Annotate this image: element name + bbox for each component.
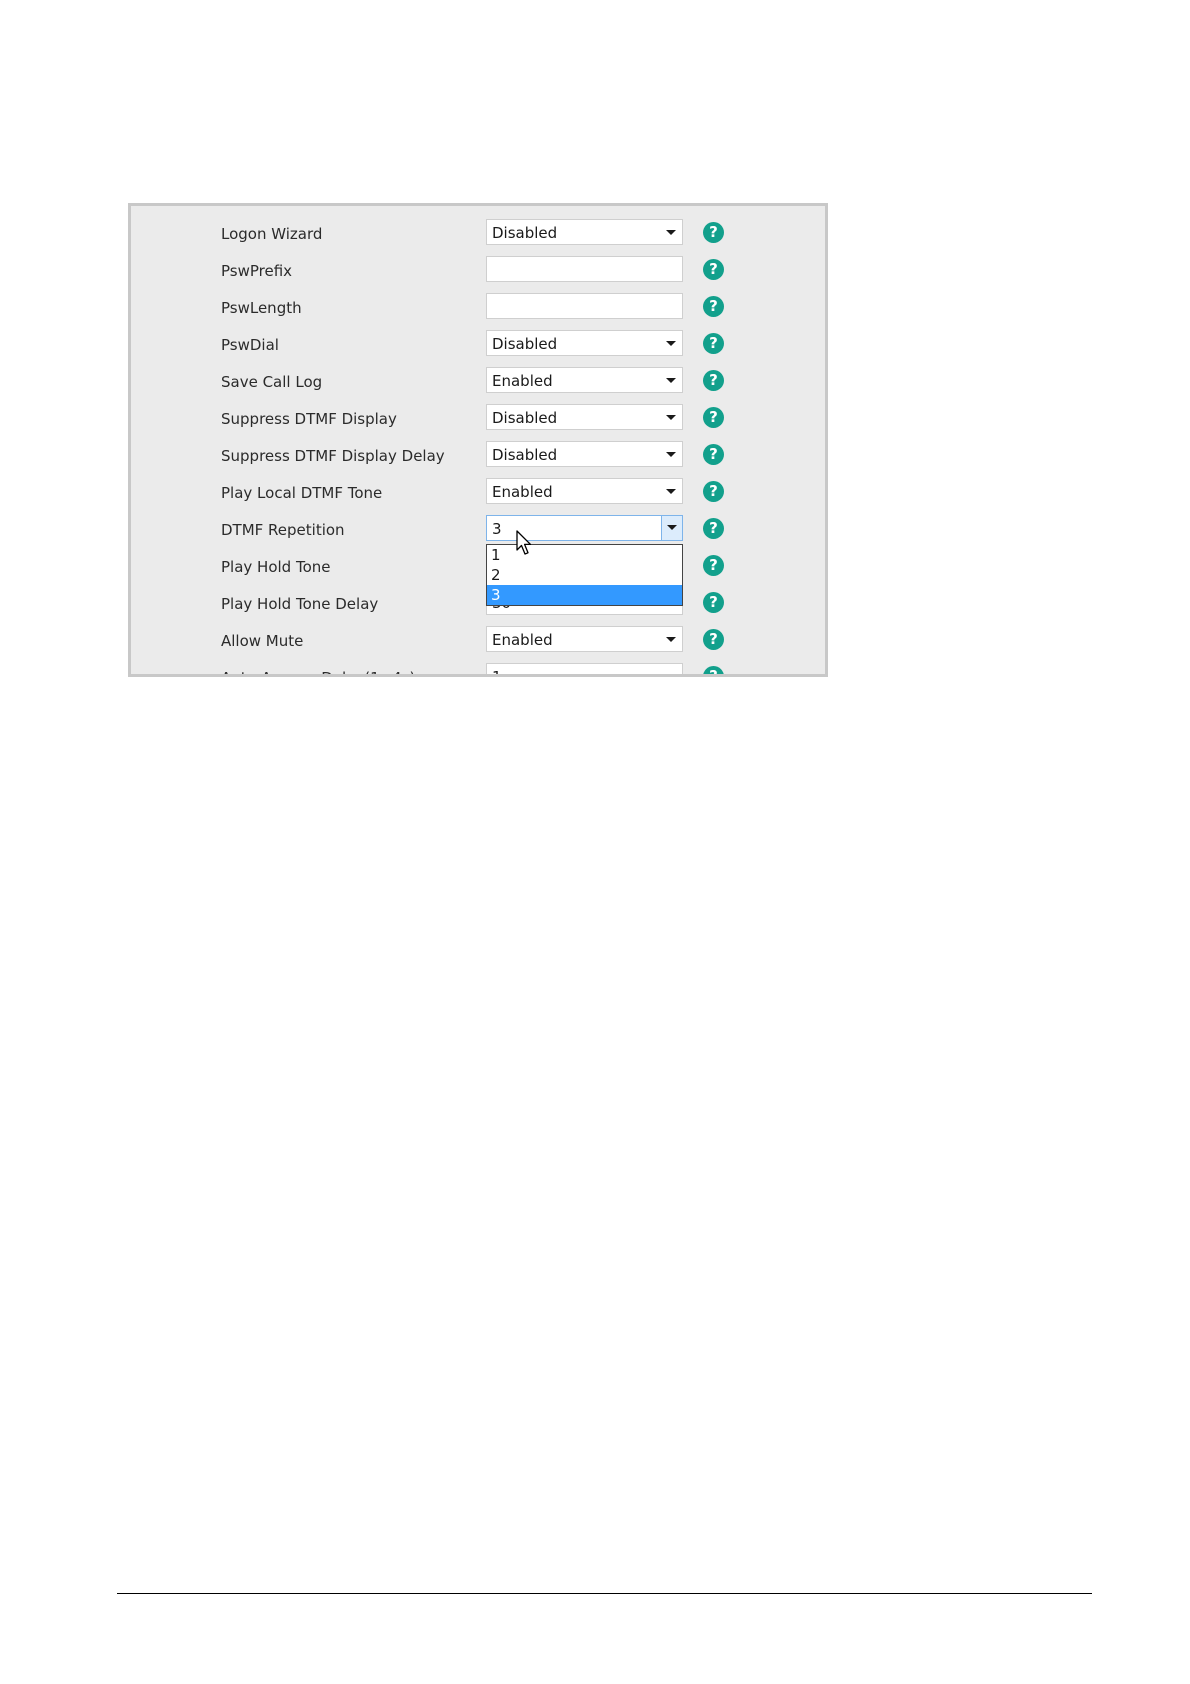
help-question-icon[interactable]: ? bbox=[703, 666, 724, 674]
label-auto-answer-delay: Auto-Answer Delay(1~4s) bbox=[221, 669, 415, 674]
label-dtmf-repetition: DTMF Repetition bbox=[221, 521, 345, 539]
select-suppress-dtmf-display-delay[interactable]: Disabled bbox=[486, 441, 683, 467]
label-suppress-dtmf-display-delay: Suppress DTMF Display Delay bbox=[221, 447, 445, 465]
chevron-down-icon bbox=[666, 341, 676, 346]
help-question-icon[interactable]: ? bbox=[703, 629, 724, 650]
select-play-local-dtmf-tone[interactable]: Enabled bbox=[486, 478, 683, 504]
row-auto-answer-delay: Auto-Answer Delay(1~4s) 1 ? bbox=[131, 660, 825, 677]
select-value: 3 bbox=[492, 520, 502, 538]
chevron-down-icon bbox=[666, 230, 676, 235]
dropdown-option[interactable]: 2 bbox=[487, 565, 682, 585]
row-psw-length: PswLength ? bbox=[131, 290, 825, 327]
help-question-icon[interactable]: ? bbox=[703, 370, 724, 391]
row-play-hold-tone-delay: Play Hold Tone Delay 30 ? bbox=[131, 586, 825, 623]
label-play-hold-tone-delay: Play Hold Tone Delay bbox=[221, 595, 379, 613]
select-psw-dial[interactable]: Disabled bbox=[486, 330, 683, 356]
row-suppress-dtmf-display-delay: Suppress DTMF Display Delay Disabled ? bbox=[131, 438, 825, 475]
label-allow-mute: Allow Mute bbox=[221, 632, 304, 650]
select-value: Enabled bbox=[492, 372, 553, 390]
chevron-down-icon bbox=[666, 489, 676, 494]
input-psw-length[interactable] bbox=[486, 293, 683, 319]
row-logon-wizard: Logon Wizard Disabled ? bbox=[131, 216, 825, 253]
help-question-icon[interactable]: ? bbox=[703, 555, 724, 576]
label-psw-length: PswLength bbox=[221, 299, 302, 317]
help-question-icon[interactable]: ? bbox=[703, 444, 724, 465]
row-play-local-dtmf-tone: Play Local DTMF Tone Enabled ? bbox=[131, 475, 825, 512]
label-psw-dial: PswDial bbox=[221, 336, 279, 354]
dropdown-button[interactable] bbox=[661, 516, 682, 540]
chevron-down-icon bbox=[666, 415, 676, 420]
select-logon-wizard[interactable]: Disabled bbox=[486, 219, 683, 245]
help-question-icon[interactable]: ? bbox=[703, 333, 724, 354]
help-question-icon[interactable]: ? bbox=[703, 296, 724, 317]
help-question-icon[interactable]: ? bbox=[703, 481, 724, 502]
help-question-icon[interactable]: ? bbox=[703, 259, 724, 280]
input-auto-answer-delay[interactable]: 1 bbox=[486, 663, 683, 677]
label-save-call-log: Save Call Log bbox=[221, 373, 323, 391]
label-suppress-dtmf-display: Suppress DTMF Display bbox=[221, 410, 397, 428]
input-value: 1 bbox=[492, 668, 502, 677]
label-psw-prefix: PswPrefix bbox=[221, 262, 293, 280]
chevron-down-icon bbox=[667, 525, 677, 530]
page-footer-rule bbox=[117, 1593, 1092, 1594]
row-suppress-dtmf-display: Suppress DTMF Display Disabled ? bbox=[131, 401, 825, 438]
help-question-icon[interactable]: ? bbox=[703, 407, 724, 428]
settings-panel: Logon Wizard Disabled ? PswPrefix ? PswL… bbox=[128, 203, 828, 677]
chevron-down-icon bbox=[666, 637, 676, 642]
row-psw-dial: PswDial Disabled ? bbox=[131, 327, 825, 364]
select-value: Disabled bbox=[492, 409, 558, 427]
help-question-icon[interactable]: ? bbox=[703, 518, 724, 539]
row-allow-mute: Allow Mute Enabled ? bbox=[131, 623, 825, 660]
select-save-call-log[interactable]: Enabled bbox=[486, 367, 683, 393]
select-value: Enabled bbox=[492, 483, 553, 501]
select-allow-mute[interactable]: Enabled bbox=[486, 626, 683, 652]
row-psw-prefix: PswPrefix ? bbox=[131, 253, 825, 290]
chevron-down-icon bbox=[666, 378, 676, 383]
select-value: Disabled bbox=[492, 446, 558, 464]
select-value: Disabled bbox=[492, 224, 558, 242]
dropdown-option-selected[interactable]: 3 bbox=[487, 585, 682, 605]
row-save-call-log: Save Call Log Enabled ? bbox=[131, 364, 825, 401]
row-dtmf-repetition: DTMF Repetition 3 ? bbox=[131, 512, 825, 549]
label-play-local-dtmf-tone: Play Local DTMF Tone bbox=[221, 484, 383, 502]
label-play-hold-tone: Play Hold Tone bbox=[221, 558, 331, 576]
select-value: Enabled bbox=[492, 631, 553, 649]
label-logon-wizard: Logon Wizard bbox=[221, 225, 323, 243]
input-psw-prefix[interactable] bbox=[486, 256, 683, 282]
select-value: Disabled bbox=[492, 335, 558, 353]
chevron-down-icon bbox=[666, 452, 676, 457]
mouse-pointer-icon bbox=[516, 530, 532, 555]
select-suppress-dtmf-display[interactable]: Disabled bbox=[486, 404, 683, 430]
help-question-icon[interactable]: ? bbox=[703, 222, 724, 243]
row-play-hold-tone: Play Hold Tone ? bbox=[131, 549, 825, 586]
help-question-icon[interactable]: ? bbox=[703, 592, 724, 613]
